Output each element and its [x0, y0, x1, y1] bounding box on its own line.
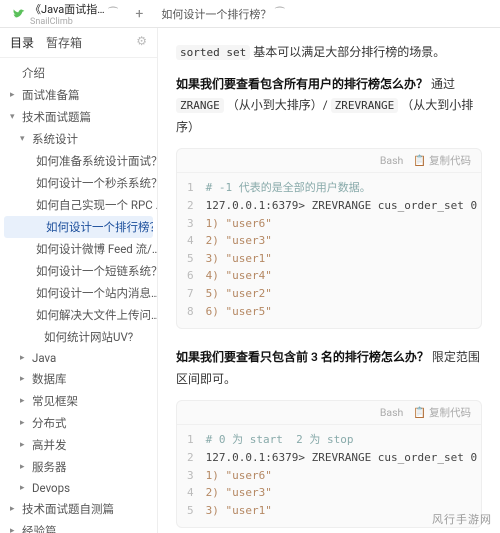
twisty-icon: ▸	[10, 90, 18, 100]
sidebar-tabs: 目录 暂存箱 ⚙	[0, 28, 157, 58]
toc-label: 数据库	[32, 371, 67, 387]
pin-icon[interactable]: ⁀	[109, 7, 118, 20]
code-body: 12345678# -1 代表的是全部的用户数据。127.0.0.1:6379>…	[177, 173, 481, 328]
code-toolbar: Bash 📋 复制代码	[177, 401, 481, 425]
toc-item[interactable]: 介绍	[0, 62, 157, 84]
new-tab-button[interactable]: +	[129, 6, 149, 22]
copy-button[interactable]: 📋 复制代码	[413, 405, 471, 420]
tab2-title: 如何设计一个排行榜？	[161, 6, 271, 22]
tab-bar: 《Java面试指… SnailClimb ⁀ + 如何设计一个排行榜？ ⁀	[0, 0, 500, 28]
toc-item[interactable]: ▸ 技术面试题自测篇	[0, 498, 157, 520]
toc-label: 介绍	[22, 65, 45, 81]
tab-toc[interactable]: 目录	[10, 34, 34, 51]
body: 目录 暂存箱 ⚙ 介绍 ▸ 面试准备篇 ▾ 技术面试题篇 ▾ 系统设计如何准备系统设计面试？…	[0, 28, 500, 533]
toc-label: 如何解决大文件上传问…	[36, 307, 157, 323]
tab-doc-2[interactable]: 如何设计一个排行榜？ ⁀	[153, 2, 292, 26]
code-body: 12345# 0 为 start 2 为 stop127.0.0.1:6379>…	[177, 425, 481, 527]
toc-item[interactable]: 如何设计一个秒杀系统？	[0, 172, 157, 194]
toc-item[interactable]: ▸ Java	[0, 348, 157, 368]
toc-label: 如何设计微博 Feed 流/…	[36, 241, 157, 257]
toc-item[interactable]: ▸ 面试准备篇	[0, 84, 157, 106]
tab1-author: SnailClimb	[30, 17, 105, 27]
tab-doc-1[interactable]: 《Java面试指… SnailClimb ⁀	[4, 0, 125, 31]
toc-label: 服务器	[32, 459, 67, 475]
toc-label: 高并发	[32, 437, 67, 453]
twisty-icon: ▸	[20, 353, 28, 363]
toc-item[interactable]: 如何解决大文件上传问…	[0, 304, 157, 326]
tab-scratch[interactable]: 暂存箱	[46, 34, 82, 51]
toc-item[interactable]: 如何设计微博 Feed 流/…	[0, 238, 157, 260]
bird-icon	[12, 7, 26, 21]
toc-label: 经验篇	[22, 523, 57, 533]
toc-label: 如何自己实现一个 RPC …	[36, 197, 157, 213]
twisty-icon: ▸	[20, 483, 28, 493]
copy-button[interactable]: 📋 复制代码	[413, 153, 471, 168]
toc-label: Java	[32, 351, 56, 365]
twisty-icon: ▸	[10, 504, 18, 514]
twisty-icon: ▸	[20, 418, 28, 428]
toc-label: 技术面试题自测篇	[22, 501, 114, 517]
code-toolbar: Bash 📋 复制代码	[177, 149, 481, 173]
toc-label: Devops	[32, 481, 70, 495]
twisty-icon: ▾	[20, 134, 28, 144]
toc-item[interactable]: 如何准备系统设计面试？	[0, 150, 157, 172]
code-block: Bash 📋 复制代码 12345678# -1 代表的是全部的用户数据。127…	[176, 148, 482, 329]
toc-label: 如何统计网站UV?	[44, 329, 133, 345]
toc-item[interactable]: 如何统计网站UV?	[0, 326, 157, 348]
toc-item[interactable]: ▾ 技术面试题篇	[0, 106, 157, 128]
toc-item[interactable]: ▾ 系统设计	[0, 128, 157, 150]
toc-label: 分布式	[32, 415, 67, 431]
toc-item[interactable]: ▸ 高并发	[0, 434, 157, 456]
toc-item[interactable]: ▸ 服务器	[0, 456, 157, 478]
twisty-icon: ▸	[10, 526, 18, 533]
toc-item[interactable]: ▸ 常见框架	[0, 390, 157, 412]
toc-label: 系统设计	[32, 131, 78, 147]
twisty-icon: ▸	[20, 396, 28, 406]
toc-label: 如何设计一个秒杀系统？	[36, 175, 157, 191]
toc-item[interactable]: ▸ 数据库	[0, 368, 157, 390]
toc-label: 如何准备系统设计面试？	[36, 153, 157, 169]
twisty-icon: ▸	[20, 462, 28, 472]
toc-label: 如何设计一个排行榜？	[46, 219, 153, 235]
twisty-icon: ▾	[10, 112, 18, 122]
toc-item[interactable]: ▸ Devops	[0, 478, 157, 498]
toc-item[interactable]: 如何设计一个排行榜？	[4, 216, 153, 238]
main-content: sorted set 基本可以满足大部分排行榜的场景。 如果我们要查看包含所有用…	[158, 28, 500, 533]
lang-label[interactable]: Bash	[380, 154, 403, 167]
twisty-icon: ▸	[20, 440, 28, 450]
toc-item[interactable]: ▸ 分布式	[0, 412, 157, 434]
paragraph: sorted set 基本可以满足大部分排行榜的场景。	[176, 42, 482, 64]
app-root: 《Java面试指… SnailClimb ⁀ + 如何设计一个排行榜？ ⁀ 目录…	[0, 0, 500, 533]
tab1-title: 《Java面试指…	[30, 1, 105, 17]
toc-item[interactable]: 如何设计一个站内消息…	[0, 282, 157, 304]
paragraph: 如果我们要查看包含所有用户的排行榜怎么办？ 通过 ZRANGE （从小到大排序）…	[176, 74, 482, 139]
toc-item[interactable]: ▸ 经验篇	[0, 520, 157, 533]
gear-icon[interactable]: ⚙	[136, 34, 147, 51]
toc-label: 如何设计一个站内消息…	[36, 285, 157, 301]
toc-label: 面试准备篇	[22, 87, 80, 103]
twisty-icon: ▸	[20, 374, 28, 384]
toc-item[interactable]: 如何设计一个短链系统？	[0, 260, 157, 282]
sidebar: 目录 暂存箱 ⚙ 介绍 ▸ 面试准备篇 ▾ 技术面试题篇 ▾ 系统设计如何准备系统设计面试？…	[0, 28, 158, 533]
code-block: Bash 📋 复制代码 12345# 0 为 start 2 为 stop127…	[176, 400, 482, 528]
toc-item[interactable]: 如何自己实现一个 RPC …	[0, 194, 157, 216]
toc-tree: 介绍 ▸ 面试准备篇 ▾ 技术面试题篇 ▾ 系统设计如何准备系统设计面试？ 如何设计一个秒杀系…	[0, 58, 157, 533]
toc-label: 常见框架	[32, 393, 78, 409]
toc-label: 如何设计一个短链系统？	[36, 263, 157, 279]
toc-label: 技术面试题篇	[22, 109, 91, 125]
paragraph: 如果我们要查看只包含前 3 名的排行榜怎么办？ 限定范围区间即可。	[176, 347, 482, 390]
lang-label[interactable]: Bash	[380, 406, 403, 419]
pin-icon[interactable]: ⁀	[275, 7, 284, 20]
